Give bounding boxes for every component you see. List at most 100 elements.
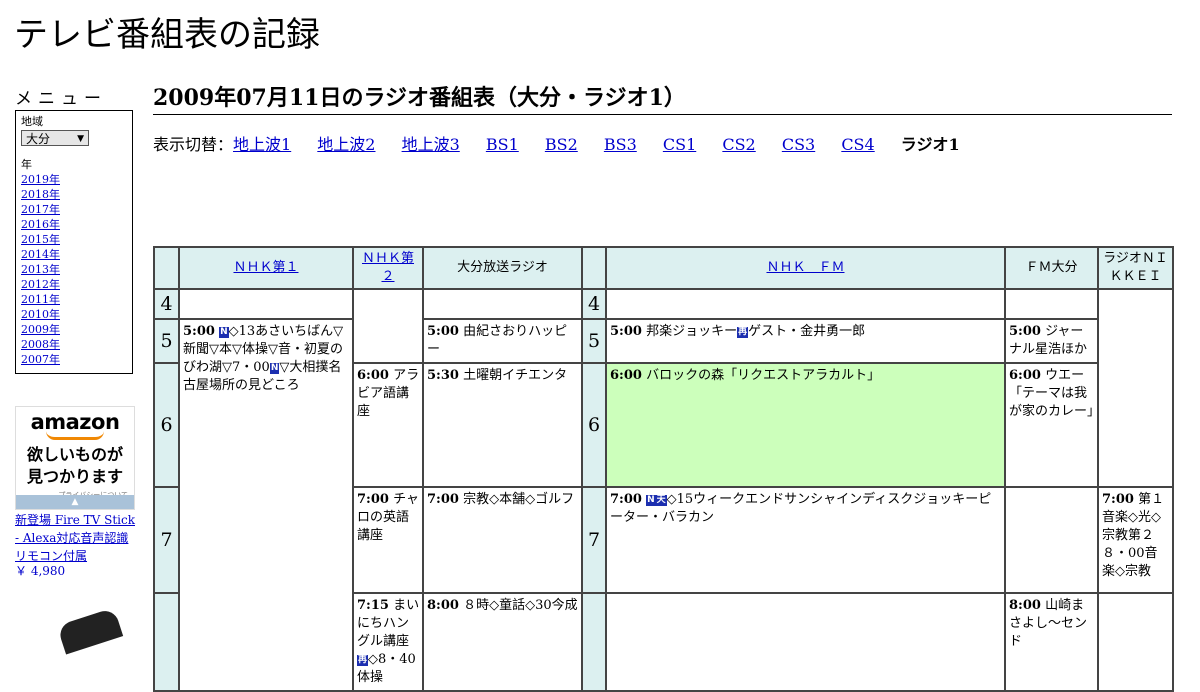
station-link-nhk2[interactable]: ＮＨＫ第２ bbox=[362, 251, 414, 284]
program-cell-highlighted[interactable]: 6:00 バロックの森「リクエストアラカルト」 bbox=[605, 362, 1006, 488]
year-link-2010[interactable]: 2010年 bbox=[21, 307, 127, 322]
program-time: 8:00 bbox=[1009, 598, 1041, 613]
hour-label: 7 bbox=[581, 486, 607, 594]
table-row: ＮＨＫ第１ ＮＨＫ第２ 大分放送ラジオ ＮＨＫ ＦＭ ＦＭ大分 ラジオＮＩＫＫＥ… bbox=[153, 246, 1174, 290]
switch-link-cs1[interactable]: CS1 bbox=[663, 135, 696, 154]
station-link-nhkfm[interactable]: ＮＨＫ ＦＭ bbox=[766, 260, 844, 275]
program-cell[interactable]: 7:00 N 天◇15ウィークエンドサンシャインディスクジョッキーピーター・バラカ… bbox=[605, 486, 1006, 594]
switch-link-terrestrial3[interactable]: 地上波3 bbox=[402, 135, 460, 154]
program-title: バロックの森「リクエストアラカルト」 bbox=[646, 368, 881, 383]
year-link-2019[interactable]: 2019年 bbox=[21, 172, 127, 187]
program-cell[interactable]: 6:00 ウエー「テーマは我が家のカレー」 bbox=[1004, 362, 1099, 488]
fire-tv-remote-image[interactable] bbox=[56, 607, 124, 655]
station-header-nhk2: ＮＨＫ第２ bbox=[352, 246, 424, 290]
page-title: 2009年07月11日のラジオ番組表（大分・ラジオ1） bbox=[153, 84, 1172, 115]
view-switcher: 表示切替：地上波1 地上波2 地上波3 BS1 BS2 BS3 CS1 CS2 … bbox=[153, 134, 981, 156]
switch-link-bs3[interactable]: BS3 bbox=[604, 135, 637, 154]
station-header-nhkfm: ＮＨＫ ＦＭ bbox=[605, 246, 1006, 290]
switch-link-cs2[interactable]: CS2 bbox=[722, 135, 755, 154]
station-header-fmoita: ＦＭ大分 bbox=[1004, 246, 1099, 290]
year-link-2017[interactable]: 2017年 bbox=[21, 202, 127, 217]
year-link-2013[interactable]: 2013年 bbox=[21, 262, 127, 277]
program-cell-empty bbox=[1097, 288, 1174, 488]
program-cell-continued bbox=[1004, 486, 1099, 594]
ad-expand-bar[interactable]: ▲ bbox=[16, 495, 134, 509]
program-title: 土曜朝イチエンタ bbox=[463, 368, 568, 383]
program-cell-empty bbox=[352, 288, 424, 364]
program-time: 5:00 bbox=[427, 324, 459, 339]
switcher-label: 表示切替： bbox=[153, 135, 234, 154]
header-corner-mid bbox=[581, 246, 607, 290]
year-link-2008[interactable]: 2008年 bbox=[21, 337, 127, 352]
hour-label: 5 bbox=[581, 318, 607, 364]
news-icon: N bbox=[269, 363, 280, 374]
program-time: 6:00 bbox=[1009, 368, 1041, 383]
hour-label: 6 bbox=[581, 362, 607, 488]
program-time: 7:15 bbox=[357, 598, 389, 613]
station-link-nhk1[interactable]: ＮＨＫ第１ bbox=[233, 260, 298, 275]
program-cell[interactable]: 5:30 土曜朝イチエンタ bbox=[422, 362, 583, 488]
switch-link-cs4[interactable]: CS4 bbox=[841, 135, 874, 154]
program-cell[interactable]: 7:00 チャロの英語講座 bbox=[352, 486, 424, 594]
program-title: 邦楽ジョッキー bbox=[646, 324, 738, 339]
switch-link-cs3[interactable]: CS3 bbox=[782, 135, 815, 154]
year-link-2015[interactable]: 2015年 bbox=[21, 232, 127, 247]
program-cell[interactable]: 8:00 ８時◇童話◇30今成 bbox=[422, 592, 583, 692]
program-time: 7:00 bbox=[427, 492, 459, 507]
program-cell[interactable]: 7:00 第１音楽◇光◇宗教第２８・00音楽◇宗教 bbox=[1097, 486, 1174, 594]
year-link-2018[interactable]: 2018年 bbox=[21, 187, 127, 202]
program-cell-empty bbox=[422, 288, 583, 320]
program-title: 宗教◇本舗◇ゴルフ bbox=[463, 492, 575, 507]
weather-icon: 天 bbox=[655, 495, 667, 506]
year-link-2016[interactable]: 2016年 bbox=[21, 217, 127, 232]
ad-price: ￥ 4,980 bbox=[15, 564, 66, 578]
year-link-2011[interactable]: 2011年 bbox=[21, 292, 127, 307]
amazon-logo: amazon bbox=[30, 410, 120, 434]
hour-label: 4 bbox=[581, 288, 607, 320]
switch-link-terrestrial1[interactable]: 地上波1 bbox=[233, 135, 291, 154]
program-cell[interactable]: 7:15 まいにちハングル講座再◇8・40体操 bbox=[352, 592, 424, 692]
switch-link-bs1[interactable]: BS1 bbox=[486, 135, 519, 154]
program-title: ８時◇童話◇30今成 bbox=[463, 598, 578, 613]
program-cell[interactable]: 8:00 山崎まさよし～センド bbox=[1004, 592, 1099, 692]
station-header-nikkei: ラジオＮＩＫＫＥＩ bbox=[1097, 246, 1174, 290]
program-time: 5:00 bbox=[1009, 324, 1041, 339]
station-header-obs: 大分放送ラジオ bbox=[422, 246, 583, 290]
program-cell-empty bbox=[1097, 592, 1174, 692]
program-cell[interactable]: 6:00 アラビア語講座 bbox=[352, 362, 424, 488]
program-cell[interactable]: 5:00 邦楽ジョッキー再ゲスト・金井勇一郎 bbox=[605, 318, 1006, 364]
year-link-2012[interactable]: 2012年 bbox=[21, 277, 127, 292]
program-cell-empty bbox=[605, 592, 1006, 692]
program-cell[interactable]: 5:00 N◇13あさいちばん▽新聞▽本▽体操▽音・初夏のびわ湖▽7・00N▽大… bbox=[178, 318, 354, 692]
switch-current-radio1: ラジオ1 bbox=[900, 135, 960, 154]
site-title: テレビ番組表の記録 bbox=[14, 15, 320, 55]
region-select[interactable]: 大分 ▼ bbox=[21, 130, 89, 146]
region-label: 地域 bbox=[21, 115, 43, 128]
ad-tagline-line1: 欲しいものが bbox=[26, 445, 123, 464]
year-link-2007[interactable]: 2007年 bbox=[21, 352, 127, 367]
hour-label: 5 bbox=[153, 318, 180, 364]
program-cell-empty bbox=[605, 288, 1006, 320]
program-time: 6:00 bbox=[610, 368, 642, 383]
switch-link-terrestrial2[interactable]: 地上波2 bbox=[317, 135, 375, 154]
program-cell[interactable]: 5:00 由紀さおりハッピー bbox=[422, 318, 583, 364]
ad-tagline: 欲しいものが 見つかります bbox=[16, 444, 134, 488]
amazon-ad-banner[interactable]: amazon 欲しいものが 見つかります プライバシーについて ▲ bbox=[15, 406, 135, 510]
region-select-value: 大分 bbox=[26, 132, 51, 146]
program-cell[interactable]: 5:00 ジャーナル星浩ほか bbox=[1004, 318, 1099, 364]
switch-link-bs2[interactable]: BS2 bbox=[545, 135, 578, 154]
rerun-icon: 再 bbox=[737, 327, 749, 338]
program-time: 6:00 bbox=[357, 368, 389, 383]
year-link-2009[interactable]: 2009年 bbox=[21, 322, 127, 337]
year-link-2014[interactable]: 2014年 bbox=[21, 247, 127, 262]
program-time: 5:00 bbox=[610, 324, 642, 339]
hour-label: 7 bbox=[153, 486, 180, 594]
table-row: 5 5:00 N◇13あさいちばん▽新聞▽本▽体操▽音・初夏のびわ湖▽7・00N… bbox=[153, 318, 1173, 692]
news-icon: N bbox=[219, 327, 229, 338]
ad-product-link[interactable]: 新登場 Fire TV Stick - Alexa対応音声認識リモコン付属 bbox=[15, 511, 140, 565]
table-row: 4 4 bbox=[153, 288, 1174, 488]
hour-label bbox=[581, 592, 607, 692]
program-cell[interactable]: 7:00 宗教◇本舗◇ゴルフ bbox=[422, 486, 583, 594]
station-header-nhk1: ＮＨＫ第１ bbox=[178, 246, 354, 290]
hour-label bbox=[153, 592, 180, 692]
